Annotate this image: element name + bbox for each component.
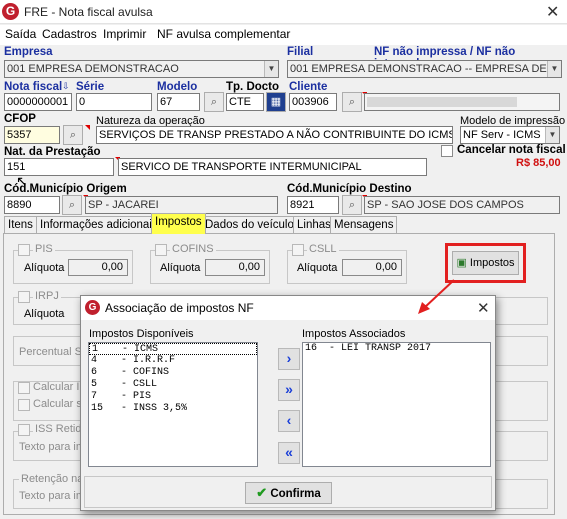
calcular-so-checkbox[interactable]: [18, 399, 30, 411]
cliente-nome-input[interactable]: [364, 93, 560, 111]
check-icon: ✔: [256, 485, 268, 500]
irpj-aliquota-label: Alíquota: [24, 308, 65, 320]
calendar-icon[interactable]: ▦: [266, 92, 286, 112]
menu-nf-avulsa-complementar[interactable]: NF avulsa complementar: [157, 27, 290, 41]
total-value: R$ 85,00: [516, 157, 561, 169]
binoculars-icon[interactable]: ⌕: [342, 195, 362, 215]
list-item[interactable]: 5 - CSLL: [89, 379, 257, 391]
impostos-button[interactable]: ▣ Impostos: [452, 251, 519, 275]
money-icon: ▣: [456, 257, 467, 269]
cod-destino-label: Cód.Município Destino: [287, 183, 412, 195]
binoculars-icon[interactable]: ⌕: [63, 125, 83, 145]
list-item[interactable]: 4 - I.R.R.F: [89, 355, 257, 367]
cofins-aliquota-value: 0,00: [205, 259, 265, 276]
origem-codigo-input[interactable]: 8890: [4, 196, 60, 214]
associacao-impostos-dialog: G Associação de impostos NF ✕ Impostos D…: [80, 295, 496, 511]
filial-select[interactable]: 001 EMPRESA DEMONSTRACAO -- EMPRESA DEMO…: [287, 60, 562, 78]
menu-imprimir[interactable]: Imprimir: [103, 27, 146, 41]
tab-linhas[interactable]: Linhas: [293, 216, 335, 234]
nat-prestacao-desc-input[interactable]: SERVICO DE TRANSPORTE INTERMUNICIPAL: [118, 158, 427, 176]
add-button[interactable]: ›: [278, 348, 300, 370]
associados-label: Impostos Associados: [302, 328, 406, 340]
cofins-aliquota-label: Alíquota: [160, 262, 201, 274]
calcular-inss-checkbox[interactable]: [18, 382, 30, 394]
arrow-icon: [418, 279, 455, 314]
destino-desc-input: SP - SAO JOSE DOS CAMPOS: [364, 196, 560, 214]
app-logo-icon: G: [2, 3, 19, 20]
binoculars-icon[interactable]: ⌕: [204, 92, 224, 112]
irpj-checkbox[interactable]: [18, 291, 30, 303]
remove-all-button[interactable]: «: [278, 442, 300, 464]
close-icon[interactable]: ✕: [477, 299, 490, 317]
serie-label: Série: [76, 81, 105, 93]
confirma-button[interactable]: ✔ Confirma: [245, 482, 332, 504]
irpj-group-right: [496, 297, 548, 325]
remove-button[interactable]: ‹: [278, 410, 300, 432]
iss-retido-checkbox[interactable]: [18, 424, 30, 436]
filial-label: Filial: [287, 46, 314, 58]
cofins-checkbox[interactable]: [155, 244, 167, 256]
cfop-label: CFOP: [4, 113, 36, 125]
nota-fiscal-input[interactable]: 0000000001: [4, 93, 72, 111]
cofins-label: COFINS: [170, 243, 216, 255]
disponiveis-label: Impostos Disponíveis: [89, 328, 194, 340]
list-item[interactable]: 7 - PIS: [89, 391, 257, 403]
tab-itens[interactable]: Itens: [4, 216, 37, 234]
list-item[interactable]: 16 - LEI TRANSP 2017: [303, 343, 490, 355]
modelo-label: Modelo: [157, 81, 198, 93]
binoculars-icon[interactable]: ⌕: [342, 92, 362, 112]
destino-codigo-input[interactable]: 8921: [287, 196, 339, 214]
chevron-down-icon[interactable]: ▼: [547, 61, 561, 77]
cfop-input[interactable]: 5357: [4, 126, 60, 144]
menu-cadastros[interactable]: Cadastros: [42, 27, 97, 41]
list-item[interactable]: 15 - INSS 3,5%: [89, 403, 257, 415]
menu-saida[interactable]: Saída: [5, 27, 36, 41]
nota-fiscal-label: Nota fiscal: [4, 81, 63, 93]
confirma-label: Confirma: [270, 488, 321, 500]
empresa-label: Empresa: [4, 46, 53, 58]
tab-informacoes-adicionais[interactable]: Informações adicionais: [36, 216, 162, 234]
csll-aliquota-label: Alíquota: [297, 262, 338, 274]
cancelar-nota-checkbox[interactable]: [441, 145, 453, 157]
list-item[interactable]: 6 - COFINS: [89, 367, 257, 379]
impostos-button-label: Impostos: [469, 257, 515, 269]
close-icon[interactable]: ✕: [546, 2, 559, 22]
pis-aliquota-value: 0,00: [68, 259, 128, 276]
cancelar-nota-label: Cancelar nota fiscal: [457, 144, 566, 156]
tp-docto-input[interactable]: CTE: [226, 93, 264, 111]
cod-origem-label: Cód.Município Origem: [4, 183, 127, 195]
binoculars-icon[interactable]: ⌕: [62, 195, 82, 215]
list-item[interactable]: 1 - ICMS: [89, 343, 257, 355]
csll-label: CSLL: [307, 243, 339, 255]
pis-label: PIS: [33, 243, 55, 255]
empresa-select[interactable]: 001 EMPRESA DEMONSTRACAO: [4, 60, 279, 78]
required-marker-icon: [85, 125, 90, 130]
csll-aliquota-value: 0,00: [342, 259, 402, 276]
pis-checkbox[interactable]: [18, 244, 30, 256]
window-title: FRE - Nota fiscal avulsa: [24, 5, 153, 19]
natureza-input[interactable]: SERVIÇOS DE TRANSP PRESTADO A NÃO CONTRI…: [96, 126, 453, 144]
add-all-button[interactable]: »: [278, 379, 300, 401]
chevron-down-icon[interactable]: ▼: [545, 127, 559, 143]
cliente-codigo-input[interactable]: 003906: [289, 93, 337, 111]
tab-dados-veiculo[interactable]: Dados do veículo: [201, 216, 298, 234]
serie-input[interactable]: 0: [76, 93, 152, 111]
cliente-label: Cliente: [289, 81, 328, 93]
irpj-label: IRPJ: [33, 290, 61, 302]
tab-impostos[interactable]: Impostos: [151, 213, 206, 234]
origem-desc-input: SP - JACAREI: [85, 196, 278, 214]
associados-list[interactable]: 16 - LEI TRANSP 2017: [302, 342, 491, 467]
nat-prestacao-label: Nat. da Prestação: [4, 146, 101, 158]
modelo-input[interactable]: 67: [157, 93, 200, 111]
pis-aliquota-label: Alíquota: [24, 262, 65, 274]
sort-icon: ⇩: [62, 81, 70, 91]
tab-mensagens[interactable]: Mensagens: [330, 216, 398, 234]
chevron-down-icon[interactable]: ▼: [264, 61, 278, 77]
csll-checkbox[interactable]: [292, 244, 304, 256]
dialog-title: Associação de impostos NF: [105, 301, 254, 315]
app-logo-icon: G: [85, 300, 100, 315]
disponiveis-list[interactable]: 1 - ICMS 4 - I.R.R.F 6 - COFINS 5 - CSLL…: [88, 342, 258, 467]
